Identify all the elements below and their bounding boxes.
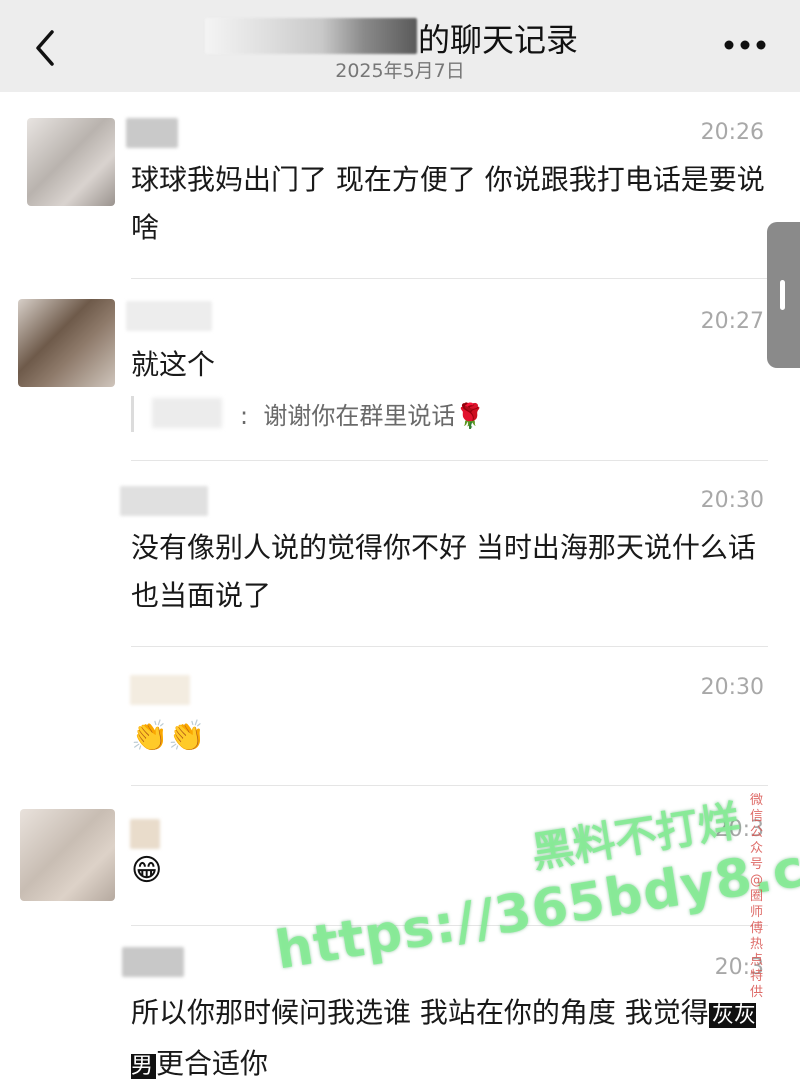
message-text: 所以你那时候问我选谁 我站在你的角度 我觉得 灰灰男 更合适你	[131, 996, 756, 1080]
chat-message: 20:3 所以你那时候问我选谁 我站在你的角度 我觉得 灰灰男 更合适你	[0, 927, 800, 1088]
avatar[interactable]	[27, 118, 115, 206]
message-time: 20:27	[700, 309, 764, 334]
message-text: 球球我妈出门了 现在方便了 你说跟我打电话是要说啥	[131, 163, 765, 244]
scrollbar-handle[interactable]	[767, 222, 800, 368]
message-text: 就这个	[131, 348, 216, 381]
emoji-grin: 😁	[131, 853, 163, 888]
redacted-contact-name	[205, 18, 417, 54]
quoted-message: : 谢谢你在群里说话🌹	[131, 396, 485, 432]
redacted-sender-name	[130, 819, 160, 849]
avatar[interactable]	[18, 299, 115, 387]
side-watermark: 微信公众号@圈师傅热点特供	[750, 793, 764, 1000]
divider	[131, 460, 768, 461]
message-time: 20:30	[700, 488, 764, 513]
redacted-sender-name	[120, 486, 208, 516]
emoji-clap: 👏👏	[131, 719, 206, 754]
chat-message: 20:30 👏👏	[0, 647, 800, 787]
message-text: 没有像别人说的觉得你不好 当时出海那天说什么话也当面说了	[131, 531, 756, 612]
divider	[131, 278, 768, 279]
chat-date: 2025年5月7日	[335, 60, 465, 82]
chat-message: 20:30 没有像别人说的觉得你不好 当时出海那天说什么话也当面说了	[0, 464, 800, 647]
redacted-sender-name	[126, 301, 212, 331]
more-button[interactable]	[720, 28, 770, 62]
quote-separator: :	[240, 402, 249, 430]
chat-message: 20:27 就这个 : 谢谢你在群里说话🌹	[0, 281, 800, 464]
avatar[interactable]	[20, 809, 115, 901]
quoted-text: 谢谢你在群里说话🌹	[263, 402, 486, 430]
redacted-sender-name	[130, 675, 190, 705]
message-time: 20:30	[700, 675, 764, 700]
redacted-quoted-sender	[152, 398, 222, 428]
divider	[131, 925, 768, 926]
chat-message: 20:26 球球我妈出门了 现在方便了 你说跟我打电话是要说啥	[0, 96, 800, 281]
divider	[131, 785, 768, 786]
chat-history-header: 的聊天记录 2025年5月7日	[0, 0, 800, 92]
redacted-sender-name	[126, 118, 178, 148]
ellipsis-icon	[724, 40, 766, 50]
chat-message: 20:3 😁	[0, 787, 800, 927]
message-time: 20:26	[700, 120, 764, 145]
page-title: 的聊天记录	[418, 21, 579, 59]
redacted-sender-name	[122, 947, 184, 977]
scroll-grip	[780, 280, 785, 310]
